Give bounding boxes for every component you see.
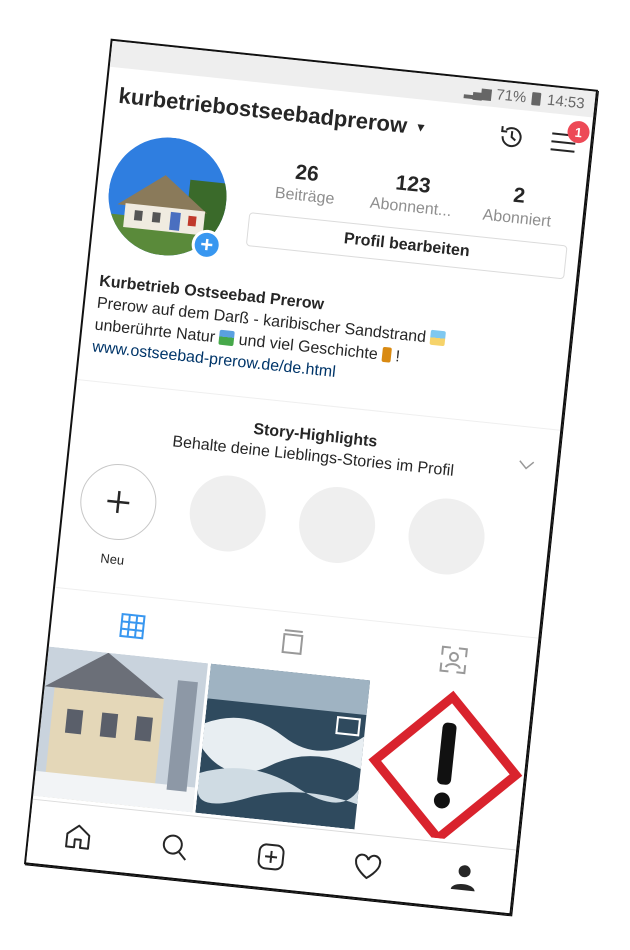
door-emoji-icon xyxy=(381,346,392,363)
plus-icon xyxy=(76,460,161,544)
new-highlight-button[interactable]: Neu xyxy=(74,460,161,570)
add-story-icon[interactable]: + xyxy=(190,228,224,262)
history-icon[interactable] xyxy=(495,121,528,154)
home-icon[interactable] xyxy=(61,820,94,853)
highlight-placeholder xyxy=(293,483,379,593)
bio-text: ! xyxy=(394,348,401,366)
add-icon[interactable] xyxy=(255,840,288,873)
post-thumbnail[interactable] xyxy=(195,663,371,830)
menu-icon[interactable]: 1 xyxy=(547,119,591,157)
new-highlight-label: Neu xyxy=(99,550,125,568)
landscape-emoji-icon xyxy=(218,329,236,347)
signal-icon: ▂▄▆ xyxy=(463,82,492,101)
clock: 14:53 xyxy=(546,91,586,112)
highlight-placeholder xyxy=(402,494,489,605)
stat-following[interactable]: 2 Abonniert xyxy=(469,179,568,233)
highlight-placeholder xyxy=(183,471,270,582)
stat-posts[interactable]: 26 Beiträge xyxy=(256,157,355,211)
phone-screen: ▂▄▆ 71% 14:53 kurbetriebostseebadprerow … xyxy=(23,38,599,916)
story-highlights: Story-Highlights Behalte deine Lieblings… xyxy=(58,380,560,612)
chevron-down-icon: ▼ xyxy=(414,119,428,136)
heart-icon[interactable] xyxy=(351,851,384,882)
post-thumbnail[interactable] xyxy=(33,646,208,813)
grid-icon[interactable] xyxy=(118,611,147,640)
tagged-icon[interactable] xyxy=(438,644,469,675)
post-thumbnail[interactable] xyxy=(357,680,533,847)
photo-stage: ▂▄▆ 71% 14:53 kurbetriebostseebadprerow … xyxy=(0,0,630,950)
profile-icon[interactable] xyxy=(448,860,481,893)
profile-avatar[interactable]: + xyxy=(102,131,233,262)
battery-icon xyxy=(531,91,542,106)
search-icon[interactable] xyxy=(158,830,191,863)
beach-emoji-icon xyxy=(429,329,447,347)
chevron-down-icon[interactable] xyxy=(517,457,535,477)
stat-followers[interactable]: 123 Abonnent... xyxy=(362,168,461,222)
feed-icon[interactable] xyxy=(279,627,306,657)
battery-percent: 71% xyxy=(495,85,528,106)
